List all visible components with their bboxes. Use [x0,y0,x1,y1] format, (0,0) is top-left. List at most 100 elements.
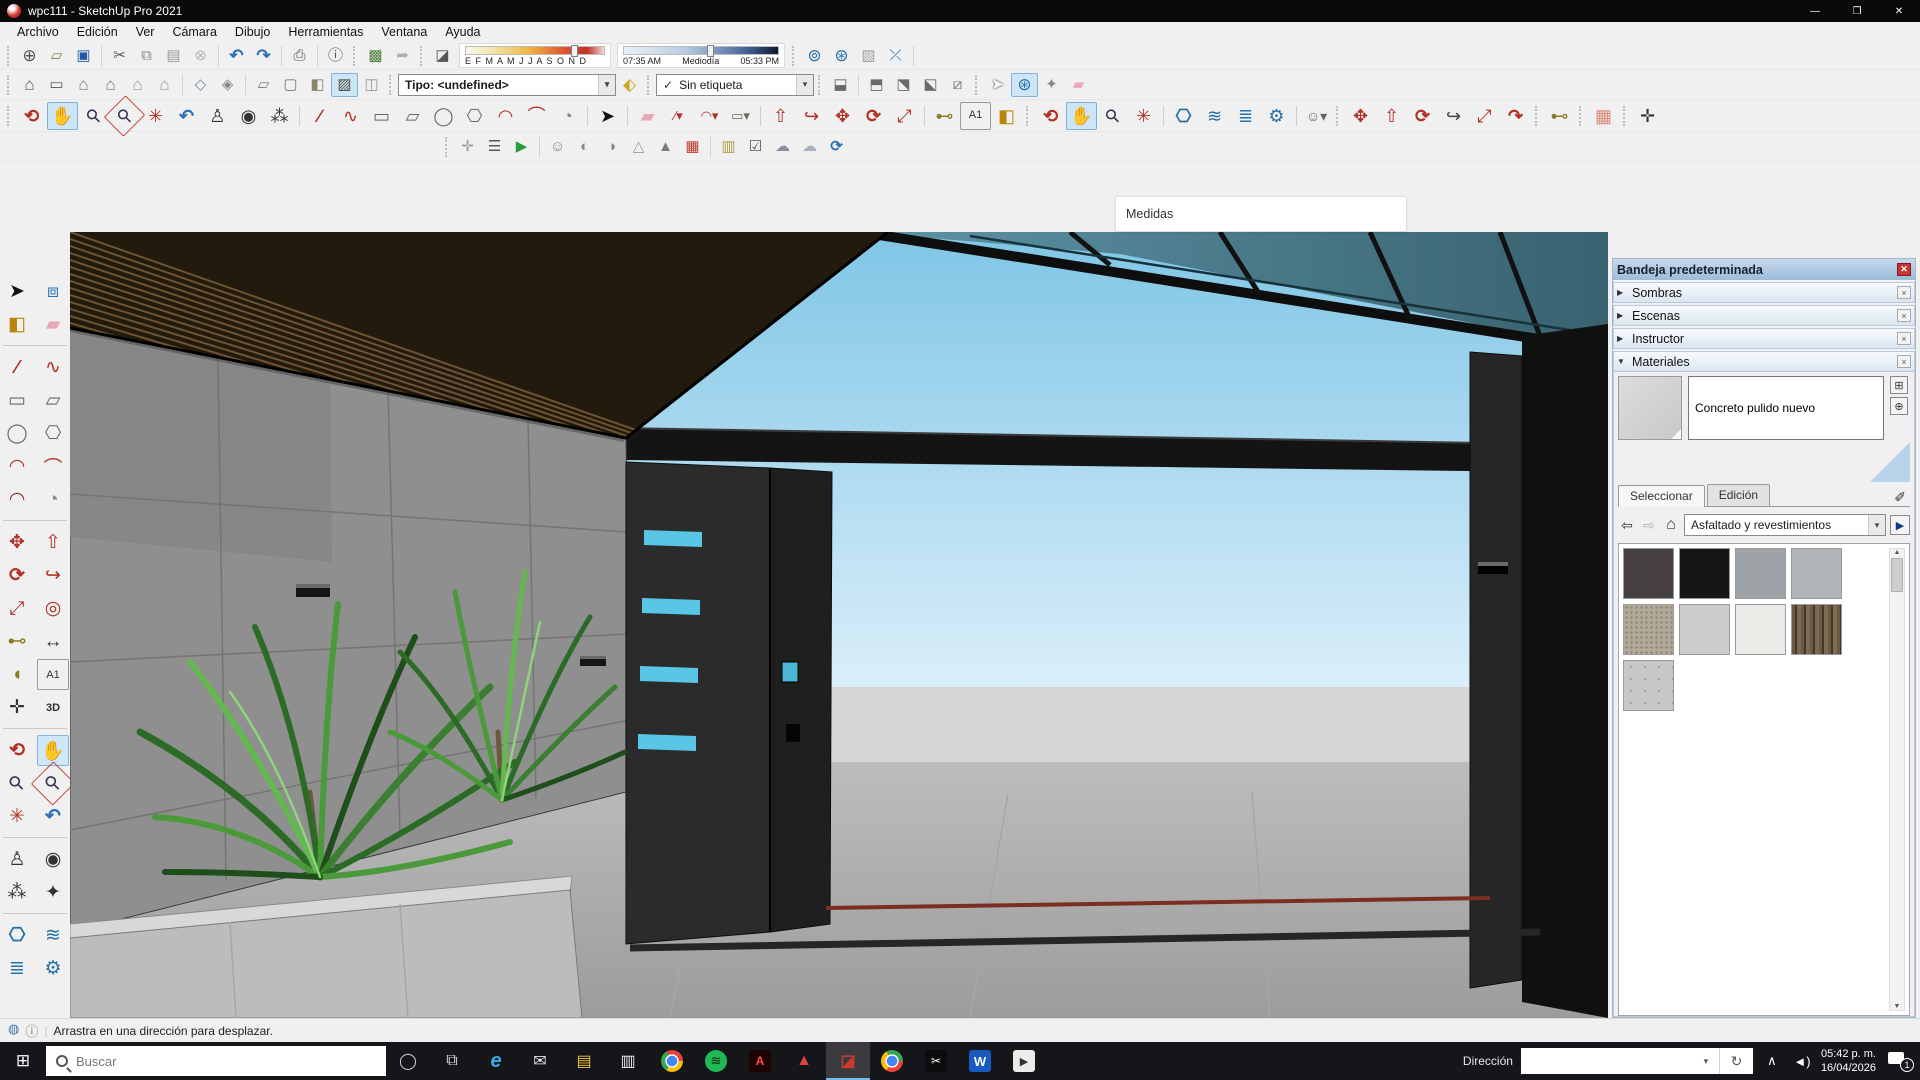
expand-arrow-icon[interactable]: ▶ [1617,288,1632,297]
material-swatch[interactable] [1679,548,1730,599]
viewport-3d-scene[interactable] [70,232,1608,1018]
zoom-extents-icon[interactable]: ✳ [1,801,33,832]
section-close-button[interactable]: × [1897,309,1911,322]
select-icon[interactable]: ➤ [1,276,33,307]
task-view-icon[interactable]: ⧉ [430,1042,474,1080]
warehouse-download-icon[interactable]: ⎔ [1168,102,1199,130]
sketchup-icon[interactable]: ◪ [826,1042,870,1080]
eraser-icon[interactable]: ▰ [37,309,69,340]
acrobat-icon[interactable]: ▲ [782,1042,826,1080]
previous-view-icon[interactable]: ↶ [171,102,202,130]
copy-icon[interactable]: ⧉ [133,44,160,68]
solid-intersect-icon[interactable]: ⧄ [944,73,971,97]
axes-icon[interactable]: ✛ [1632,102,1663,130]
chrome-icon[interactable] [650,1042,694,1080]
rotate-icon[interactable]: ⟳ [858,102,889,130]
save-icon[interactable]: ▣ [70,44,97,68]
3d-warehouse-icon[interactable]: ⎔ [1,920,33,951]
capcut-icon[interactable]: ✂ [914,1042,958,1080]
geolocation-icon[interactable]: ◍ [8,1021,19,1040]
chevron-down-icon[interactable]: ▾ [1868,515,1885,535]
push-pull-icon[interactable]: ⇧ [37,527,69,558]
time-slider-handle[interactable] [707,45,714,57]
menu-edicion[interactable]: Edición [68,23,127,41]
forward-arrow-icon[interactable]: ⇨ [1640,517,1658,534]
plugin-select-icon[interactable]: ➤ [984,73,1011,97]
dimensions-icon[interactable]: ↔ [37,626,69,657]
rotate-icon-2[interactable]: ⟳ [1407,102,1438,130]
back-arrow-icon[interactable]: ⇦ [1618,517,1636,534]
style-shaded-icon[interactable]: ◧ [304,73,331,97]
position-camera-icon[interactable]: ♙ [202,102,233,130]
account-avatar-icon[interactable]: ☺▾ [1301,102,1332,130]
menu-camara[interactable]: Cámara [163,23,225,41]
polygon-icon[interactable]: ⎔ [459,102,490,130]
menu-ver[interactable]: Ver [127,23,164,41]
menu-archivo[interactable]: Archivo [8,23,68,41]
soften-edges-icon[interactable]: △ [625,135,652,159]
expand-arrow-icon[interactable]: ▶ [1617,334,1632,343]
classifier-tag-icon[interactable]: ⬖ [616,73,643,97]
warehouse-settings-icon[interactable]: ⚙ [1261,102,1292,130]
toggle-terrain-icon[interactable]: ⊛ [828,44,855,68]
store-icon[interactable]: ▥ [606,1042,650,1080]
menu-ventana[interactable]: Ventana [372,23,436,41]
photo-textures-icon[interactable]: ▧ [855,44,882,68]
minimize-button[interactable]: — [1794,0,1836,22]
make-component-icon[interactable]: ⧈ [37,276,69,307]
offset-icon[interactable]: ◎ [37,593,69,624]
address-refresh-button[interactable]: ↻ [1719,1048,1753,1074]
view-back-icon[interactable]: ⌂ [124,73,151,97]
two-point-arc-icon[interactable]: ⌒ [37,451,69,482]
hidden-icons-chevron[interactable]: ∧ [1761,1053,1783,1069]
shadow-date-slider[interactable]: E F M A M J J A S O N D [459,43,611,68]
solid-subtract-icon[interactable]: ⬔ [890,73,917,97]
toggle-shadows-icon[interactable]: ◪ [429,44,456,68]
maximize-button[interactable]: ❐ [1836,0,1878,22]
circle-icon[interactable]: ◯ [1,418,33,449]
paint-bucket-icon[interactable]: ◧ [1,309,33,340]
share-model-icon[interactable]: ≣ [1,953,33,984]
material-category-select[interactable]: Asfaltado y revestimientos ▾ [1684,514,1886,536]
zoom-window-icon[interactable]: ⚲ [31,761,76,806]
start-button[interactable]: ⊞ [0,1042,46,1080]
view-left-icon[interactable]: ⌂ [151,73,178,97]
arc-icon[interactable]: ◠ [1,451,33,482]
section-close-button[interactable]: × [1897,286,1911,299]
text-icon[interactable]: A1 [960,102,991,130]
component-options-icon[interactable]: ◐ [571,135,598,159]
scale-icon[interactable]: ⤢ [889,102,920,130]
tray-section-materiales[interactable]: ▼ Materiales × [1613,351,1915,372]
trimble-folder-icon[interactable]: ▥ [715,135,742,159]
adobe-cc-icon[interactable]: A [738,1042,782,1080]
circle-icon[interactable]: ◯ [428,102,459,130]
undo-icon[interactable]: ↶ [223,44,250,68]
geo-location-icon[interactable]: ▩ [362,44,389,68]
sample-paint-triangle[interactable] [1870,442,1910,482]
credits-info-icon[interactable]: ⓘ [25,1021,38,1040]
material-preview-thumbnail[interactable] [1618,376,1682,440]
extension-warehouse-icon[interactable]: ≋ [37,920,69,951]
outliner-icon[interactable]: ☰ [481,135,508,159]
tray-section-escenas[interactable]: ▶ Escenas × [1613,305,1915,326]
material-name-input[interactable] [1688,376,1884,440]
follow-me-icon[interactable]: ↪ [37,560,69,591]
menu-dibujo[interactable]: Dibujo [226,23,279,41]
rectangle-icon[interactable]: ▭ [1,385,33,416]
orbit-icon-2[interactable]: ⟲ [1035,102,1066,130]
plugin-eraser-icon[interactable]: ▰ [1065,73,1092,97]
erase-icon[interactable]: ⊗ [187,44,214,68]
axes-icon[interactable]: ✛ [1,692,33,723]
warehouse-share-icon[interactable]: ≣ [1230,102,1261,130]
address-combobox[interactable]: ▾ ↻ [1521,1048,1753,1074]
chrome-icon-2[interactable] [870,1042,914,1080]
zoom-window-icon[interactable]: ⚲ [104,95,146,137]
home-icon[interactable]: ⌂ [1662,516,1680,534]
style-xray-icon[interactable]: ◇ [187,73,214,97]
orbit-icon[interactable]: ⟲ [16,102,47,130]
view-right-icon[interactable]: ⌂ [97,73,124,97]
scroll-up-icon[interactable]: ▲ [1894,549,1901,556]
freehand-icon[interactable]: ∿ [335,102,366,130]
style-monochrome-icon[interactable]: ◫ [358,73,385,97]
tray-header[interactable]: Bandeja predeterminada ✕ [1613,259,1915,280]
